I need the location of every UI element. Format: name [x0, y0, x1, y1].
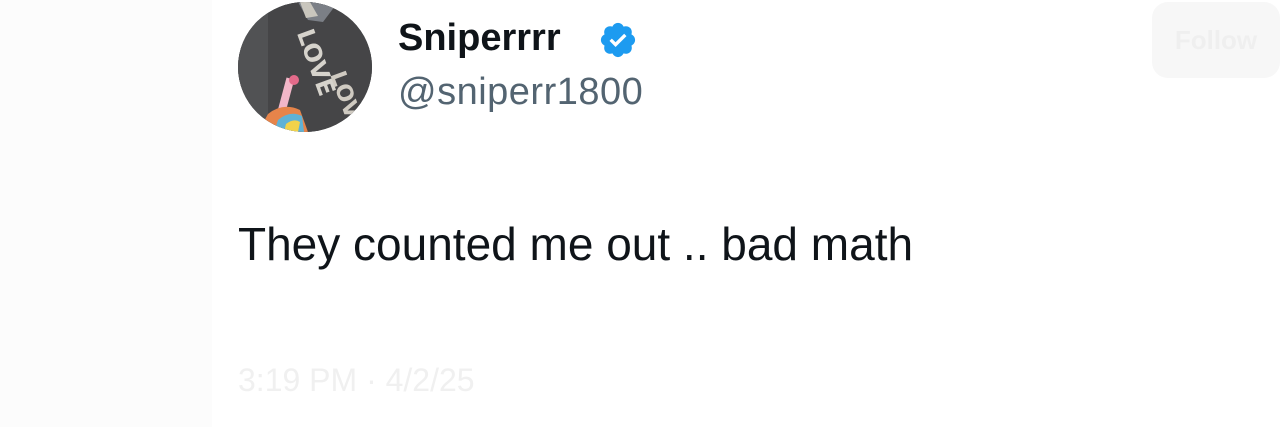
tweet-timestamp[interactable]: 3:19 PM · 4/2/25 [238, 360, 475, 400]
tweet-text: They counted me out .. bad math [238, 218, 914, 270]
tweet-screenshot: Follow LOVE LOVE Sniperrrr @sniperr1800 … [0, 0, 1282, 427]
user-handle[interactable]: @sniperr1800 [398, 68, 643, 116]
follow-button-label: Follow [1174, 24, 1258, 55]
avatar[interactable]: LOVE LOVE [238, 2, 372, 132]
follow-button[interactable]: Follow [1152, 2, 1280, 78]
verified-badge-icon [600, 22, 636, 58]
display-name[interactable]: Sniperrrr [398, 14, 561, 62]
avatar-photo-icon: LOVE LOVE [238, 2, 372, 132]
left-gutter [0, 0, 212, 427]
